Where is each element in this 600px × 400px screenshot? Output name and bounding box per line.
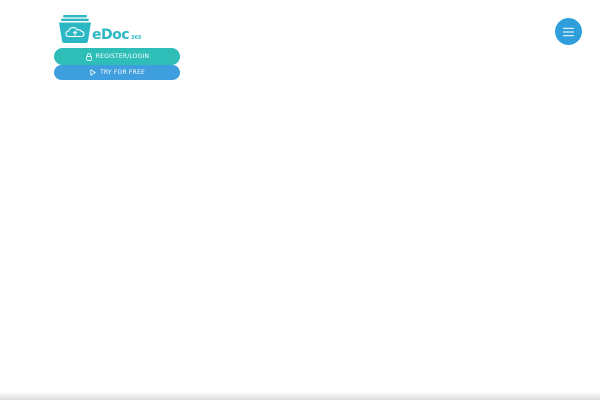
- register-login-button[interactable]: REGISTER/LOGIN: [54, 48, 180, 65]
- hamburger-menu-icon: [563, 27, 574, 36]
- play-icon: [89, 69, 97, 77]
- logo-suffix: 365: [131, 35, 142, 41]
- try-for-free-button[interactable]: TRY FOR FREE: [54, 65, 180, 80]
- logo-text: eDoc 365: [92, 27, 142, 43]
- menu-button[interactable]: [555, 18, 582, 45]
- cloud-box-icon: [59, 15, 91, 43]
- register-login-label: REGISTER/LOGIN: [95, 53, 150, 60]
- try-for-free-label: TRY FOR FREE: [100, 69, 145, 76]
- lock-icon: [85, 52, 93, 61]
- brand-logo[interactable]: eDoc 365: [58, 15, 148, 47]
- page-bottom-shadow: [0, 392, 600, 400]
